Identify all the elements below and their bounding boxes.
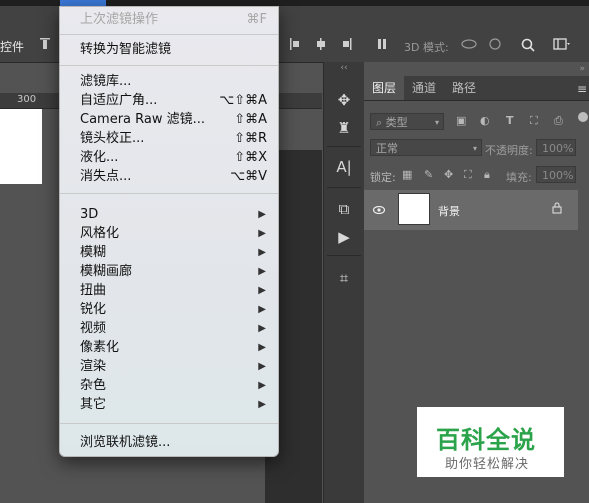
align-top-icon[interactable] <box>40 38 50 50</box>
menu-item-last-filter: 上次滤镜操作 ⌘F <box>80 12 267 27</box>
search-kind-icon: ⌕ <box>376 116 383 129</box>
lock-pixels-icon[interactable]: ✎ <box>424 168 433 181</box>
lock-all-icon[interactable]: 🔒︎ <box>484 168 490 182</box>
3d-orbit-icon[interactable] <box>461 38 477 50</box>
opacity-label: 不透明度: <box>485 144 533 157</box>
panel-dock-toolbar: ‹‹ ✥ ♜ A| ⧉ ▶ ⌗ <box>323 62 365 503</box>
ruler-mark: 300 <box>17 94 37 105</box>
panel-collapse-icon[interactable]: » <box>579 64 585 74</box>
collapse-arrows-icon[interactable]: ‹‹ <box>334 63 354 73</box>
filter-menu: 上次滤镜操作 ⌘F 转换为智能滤镜 滤镜库... 自适应广角... ⌥⇧⌘A Cam… <box>59 6 279 457</box>
submenu-arrow-icon: ▶ <box>258 361 266 372</box>
tab-channels[interactable]: 通道 <box>404 76 444 100</box>
blend-mode-value: 正常 <box>376 142 398 155</box>
chevron-down-icon: ▾ <box>472 144 477 153</box>
distribute-left-icon[interactable] <box>290 38 300 50</box>
menu-item-vanishing-point[interactable]: 消失点... ⌥⌘V <box>60 167 278 186</box>
menu-item-noise[interactable]: 杂色 ▶ <box>60 376 278 395</box>
menu-item-distort[interactable]: 扭曲 ▶ <box>60 281 278 300</box>
character-icon[interactable]: A| <box>334 157 354 177</box>
filter-toggle-icon[interactable] <box>578 112 588 122</box>
shape-filter-icon[interactable]: ⛶ <box>530 114 538 128</box>
menu-item-adaptive-wide-angle[interactable]: 自适应广角... ⌥⇧⌘A <box>60 91 278 110</box>
play-icon[interactable]: ▶ <box>334 227 354 247</box>
3d-cube-icon[interactable]: ⧉ <box>334 199 354 219</box>
panel-menu-icon[interactable]: ≡ <box>577 82 587 96</box>
tab-paths[interactable]: 路径 <box>444 76 484 100</box>
lock-transparent-icon[interactable]: ▦ <box>402 168 412 181</box>
tab-layers[interactable]: 图层 <box>364 76 405 100</box>
visibility-eye-icon[interactable] <box>372 203 386 215</box>
brush-preset-icon[interactable]: ♜ <box>334 118 354 138</box>
document-canvas[interactable] <box>0 109 42 184</box>
distribute-center-icon[interactable] <box>316 38 326 50</box>
type-filter-icon[interactable]: T <box>506 114 514 127</box>
menu-item-stylize[interactable]: 风格化 ▶ <box>60 224 278 243</box>
lock-artboard-icon[interactable]: ⛶ <box>464 168 472 182</box>
submenu-arrow-icon: ▶ <box>258 247 266 258</box>
fill-value: 100% <box>542 169 574 182</box>
submenu-arrow-icon: ▶ <box>258 323 266 334</box>
menu-item-other[interactable]: 其它 ▶ <box>60 395 278 414</box>
opacity-value: 100% <box>542 142 574 155</box>
menu-item-pixelate[interactable]: 像素化 ▶ <box>60 338 278 357</box>
menu-item-sharpen[interactable]: 锐化 ▶ <box>60 300 278 319</box>
submenu-arrow-icon: ▶ <box>258 285 266 296</box>
options-left-label: 控件 <box>0 40 25 54</box>
pixel-filter-icon[interactable]: ▣ <box>456 114 466 127</box>
submenu-arrow-icon: ▶ <box>258 266 266 277</box>
menu-item-video[interactable]: 视频 ▶ <box>60 319 278 338</box>
3d-roll-icon[interactable] <box>488 38 502 50</box>
search-icon[interactable] <box>521 38 535 52</box>
fill-input[interactable]: 100% <box>536 166 576 183</box>
watermark-logo: 百科全说 助你轻松解决 <box>417 407 564 477</box>
menu-item-convert-smart-filter[interactable]: 转换为智能滤镜 <box>60 40 278 59</box>
menu-item-blur[interactable]: 模糊 ▶ <box>60 243 278 262</box>
submenu-arrow-icon: ▶ <box>258 228 266 239</box>
lock-label: 锁定: <box>370 171 396 184</box>
watermark-subtitle: 助你轻松解决 <box>445 457 530 472</box>
submenu-arrow-icon: ▶ <box>258 380 266 391</box>
watermark-title: 百科全说 <box>436 426 536 454</box>
layer-filter-kind: 类型 <box>385 116 408 129</box>
fill-label: 填充: <box>506 171 532 184</box>
menu-item-filter-gallery[interactable]: 滤镜库... <box>60 72 278 91</box>
3d-mode-label: 3D 模式: <box>404 41 449 54</box>
opacity-input[interactable]: 100% <box>536 139 576 156</box>
submenu-arrow-icon: ▶ <box>258 209 266 220</box>
layer-row[interactable]: 背景 <box>364 190 578 230</box>
blend-mode-select[interactable]: 正常 ▾ <box>370 139 482 156</box>
submenu-arrow-icon: ▶ <box>258 399 266 410</box>
lock-position-icon[interactable]: ✥ <box>444 168 453 181</box>
distribute-right-icon[interactable] <box>342 38 352 50</box>
menu-item-render[interactable]: 渲染 ▶ <box>60 357 278 376</box>
auto-align-icon[interactable] <box>378 38 388 50</box>
smart-object-filter-icon[interactable]: ⎙ <box>554 114 563 128</box>
crop-icon[interactable]: ⌗ <box>334 268 354 288</box>
layer-filter-select[interactable]: ⌕ 类型 ▾ <box>370 113 444 130</box>
menu-item-3d[interactable]: 3D ▶ <box>60 205 278 224</box>
layer-name: 背景 <box>438 205 460 218</box>
puzzle-icon[interactable]: ✥ <box>334 90 354 110</box>
panel-tabs: 图层 通道 路径 ≡ <box>364 76 589 101</box>
menu-item-blur-gallery[interactable]: 模糊画廊 ▶ <box>60 262 278 281</box>
adjustment-filter-icon[interactable]: ◐ <box>480 114 490 127</box>
submenu-arrow-icon: ▶ <box>258 342 266 353</box>
workspace-icon[interactable] <box>553 38 571 50</box>
menu-item-camera-raw[interactable]: Camera Raw 滤镜... ⇧⌘A <box>60 110 278 129</box>
menu-item-lens-correction[interactable]: 镜头校正... ⇧⌘R <box>60 129 278 148</box>
menu-item-liquify[interactable]: 液化... ⇧⌘X <box>60 148 278 167</box>
menu-item-browse-online-filters[interactable]: 浏览联机滤镜... <box>60 433 278 452</box>
submenu-arrow-icon: ▶ <box>258 304 266 315</box>
layer-lock-icon <box>552 202 562 214</box>
chevron-down-icon: ▾ <box>434 118 439 127</box>
layer-thumbnail <box>398 193 430 225</box>
